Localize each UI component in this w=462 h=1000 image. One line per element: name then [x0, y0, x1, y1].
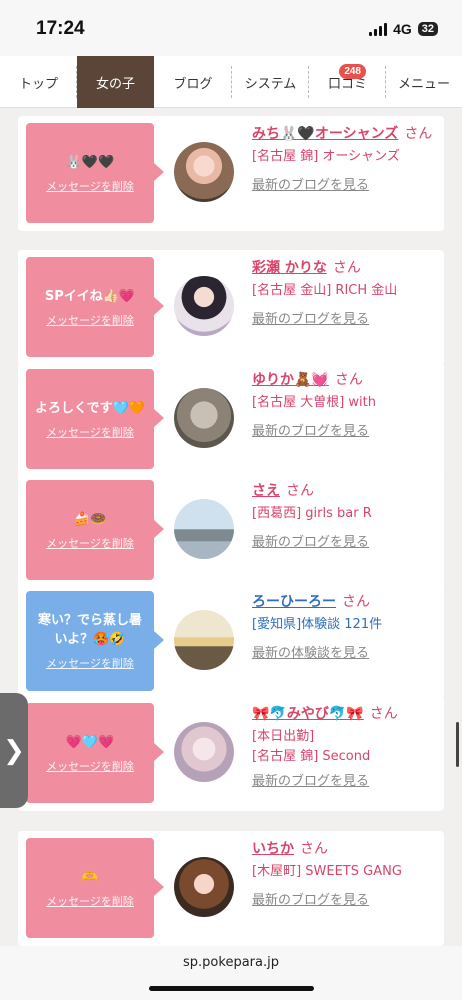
avatar[interactable]	[174, 610, 234, 670]
message-text: 🐰🖤🖤	[65, 154, 115, 170]
status-bar: 17:24 4G 32	[0, 0, 462, 56]
home-indicator	[149, 986, 314, 991]
shop-info: [西葛西] girls bar R	[252, 506, 372, 521]
latest-review-link[interactable]: 最新の体験談を見る	[252, 642, 442, 661]
profile-name-link[interactable]: みち🐰🖤オーシャンズ	[252, 126, 398, 142]
shop-info: [名古屋 大曽根] with	[252, 395, 376, 410]
message-text: SPイイね👍🏻💗	[44, 288, 136, 304]
message-bubble: よろしくです🩵🧡 メッセージを削除	[26, 369, 164, 469]
honorific: さん	[286, 483, 314, 499]
signal-icon	[369, 22, 388, 36]
message-bubble: 🐰🖤🖤 メッセージを削除	[26, 123, 164, 223]
profile-info: 🎀🐬みやび🐬🎀 さん [本日出勤] [名古屋 錦] Second 最新のブログを見…	[252, 703, 442, 789]
honorific: さん	[404, 126, 433, 142]
profile-name-link[interactable]: さえ	[252, 483, 280, 499]
tab-label: トップ	[18, 76, 58, 92]
status-indicators: 4G 32	[369, 21, 438, 37]
delete-message-link[interactable]: メッセージを削除	[46, 893, 134, 909]
tab-label: メニュー	[397, 76, 450, 92]
honorific: さん	[300, 841, 328, 857]
list-item: SPイイね👍🏻💗 メッセージを削除 彩瀬 かりな さん [名古屋 金山] RICH…	[18, 250, 444, 365]
profile-info: ゆりか🧸💓 さん [名古屋 大曽根] with 最新のブログを見る	[252, 369, 442, 439]
tab-top[interactable]: トップ	[0, 56, 77, 108]
message-bubble: 寒い？でら蒸し暑いよ？🥵🤣 メッセージを削除	[26, 591, 164, 691]
avatar[interactable]	[174, 857, 234, 917]
tab-system[interactable]: システム	[232, 56, 309, 108]
honorific: さん	[334, 372, 363, 388]
latest-blog-link[interactable]: 最新のブログを見る	[252, 889, 442, 908]
delete-message-link[interactable]: メッセージを削除	[46, 178, 134, 194]
shop-info: [名古屋 錦] Second	[252, 749, 371, 764]
shop-info: [名古屋 錦] オーシャンズ	[252, 149, 400, 164]
profile-name-link[interactable]: ゆりか🧸💓	[252, 372, 329, 388]
list-item: 🍰🍩 メッセージを削除 さえ さん [西葛西] girls bar R 最新のブロ…	[18, 473, 444, 588]
review-count-badge: 248	[339, 64, 366, 79]
message-text: 寒い？でら蒸し暑いよ？🥵🤣	[37, 613, 142, 647]
profile-info: みち🐰🖤オーシャンズ さん [名古屋 錦] オーシャンズ 最新のブログを見る	[252, 123, 442, 193]
status-time: 17:24	[36, 18, 85, 39]
avatar[interactable]	[174, 388, 234, 448]
latest-blog-link[interactable]: 最新のブログを見る	[252, 308, 442, 327]
delete-message-link[interactable]: メッセージを削除	[46, 424, 134, 440]
avatar[interactable]	[174, 499, 234, 559]
profile-info: 彩瀬 かりな さん [名古屋 金山] RICH 金山 最新のブログを見る	[252, 257, 442, 327]
review-info: [愛知県]体験談 121件	[252, 617, 383, 632]
profile-info: いちか さん [木屋町] SWEETS GANG 最新のブログを見る	[252, 838, 442, 908]
battery-icon: 32	[417, 22, 438, 36]
message-bubble: 🍰🍩 メッセージを削除	[26, 480, 164, 580]
avatar[interactable]	[174, 276, 234, 336]
message-bubble: 💗🩵💗 メッセージを削除	[26, 703, 164, 803]
message-text: 💗🩵💗	[65, 734, 115, 750]
delete-message-link[interactable]: メッセージを削除	[46, 758, 134, 774]
delete-message-link[interactable]: メッセージを削除	[46, 535, 134, 551]
message-bubble: SPイイね👍🏻💗 メッセージを削除	[26, 257, 164, 357]
profile-name-link[interactable]: 彩瀬 かりな	[252, 260, 327, 276]
profile-name-link[interactable]: 🎀🐬みやび🐬🎀	[252, 706, 364, 722]
tab-label: システム	[244, 76, 297, 92]
message-text: よろしくです🩵🧡	[35, 400, 145, 416]
list-item: 寒い？でら蒸し暑いよ？🥵🤣 メッセージを削除 ろーひーろー さん [愛知県]体験談…	[18, 584, 444, 699]
latest-blog-link[interactable]: 最新のブログを見る	[252, 174, 442, 193]
shop-info: [木屋町] SWEETS GANG	[252, 864, 402, 879]
profile-name-link[interactable]: いちか	[252, 841, 294, 857]
network-label: 4G	[393, 21, 412, 37]
profile-info: ろーひーろー さん [愛知県]体験談 121件 最新の体験談を見る	[252, 591, 442, 661]
avatar[interactable]	[174, 722, 234, 782]
tab-girls[interactable]: 女の子	[77, 56, 154, 108]
top-nav: トップ 女の子 ブログ システム 口コミ 248 メニュー	[0, 56, 462, 108]
message-bubble: 🫶 メッセージを削除	[26, 838, 164, 938]
shop-info: [名古屋 金山] RICH 金山	[252, 283, 398, 298]
profile-name-link[interactable]: ろーひーろー	[252, 594, 336, 610]
honorific: さん	[342, 594, 370, 610]
message-text: 🍰🍩	[73, 511, 107, 527]
url-text: sp.pokepara.jp	[183, 955, 279, 970]
delete-message-link[interactable]: メッセージを削除	[46, 312, 134, 328]
delete-message-link[interactable]: メッセージを削除	[46, 655, 134, 671]
tab-menu[interactable]: メニュー	[386, 56, 462, 108]
list-item: 🐰🖤🖤 メッセージを削除 みち🐰🖤オーシャンズ さん [名古屋 錦] オーシャンズ…	[18, 116, 444, 231]
tab-label: 女の子	[95, 76, 135, 92]
tab-label: ブログ	[173, 76, 213, 92]
browser-url-bar[interactable]: sp.pokepara.jp	[0, 946, 462, 1000]
honorific: さん	[332, 260, 361, 276]
shift-status: [本日出勤]	[252, 729, 315, 744]
latest-blog-link[interactable]: 最新のブログを見る	[252, 531, 442, 550]
side-drawer-handle[interactable]: ❯	[0, 693, 28, 808]
latest-blog-link[interactable]: 最新のブログを見る	[252, 420, 442, 439]
list-item: 💗🩵💗 メッセージを削除 🎀🐬みやび🐬🎀 さん [本日出勤] [名古屋 錦] Se…	[18, 696, 444, 811]
latest-blog-link[interactable]: 最新のブログを見る	[252, 770, 442, 789]
avatar[interactable]	[174, 142, 234, 202]
honorific: さん	[369, 706, 398, 722]
chevron-right-icon: ❯	[3, 735, 25, 766]
profile-info: さえ さん [西葛西] girls bar R 最新のブログを見る	[252, 480, 442, 550]
message-text: 🫶	[81, 869, 99, 885]
list-item: よろしくです🩵🧡 メッセージを削除 ゆりか🧸💓 さん [名古屋 大曽根] with…	[18, 362, 444, 477]
tab-reviews[interactable]: 口コミ 248	[309, 56, 386, 108]
list-item: 🫶 メッセージを削除 いちか さん [木屋町] SWEETS GANG 最新のブロ…	[18, 831, 444, 946]
tab-blog[interactable]: ブログ	[154, 56, 232, 108]
scrollbar[interactable]	[456, 722, 459, 767]
